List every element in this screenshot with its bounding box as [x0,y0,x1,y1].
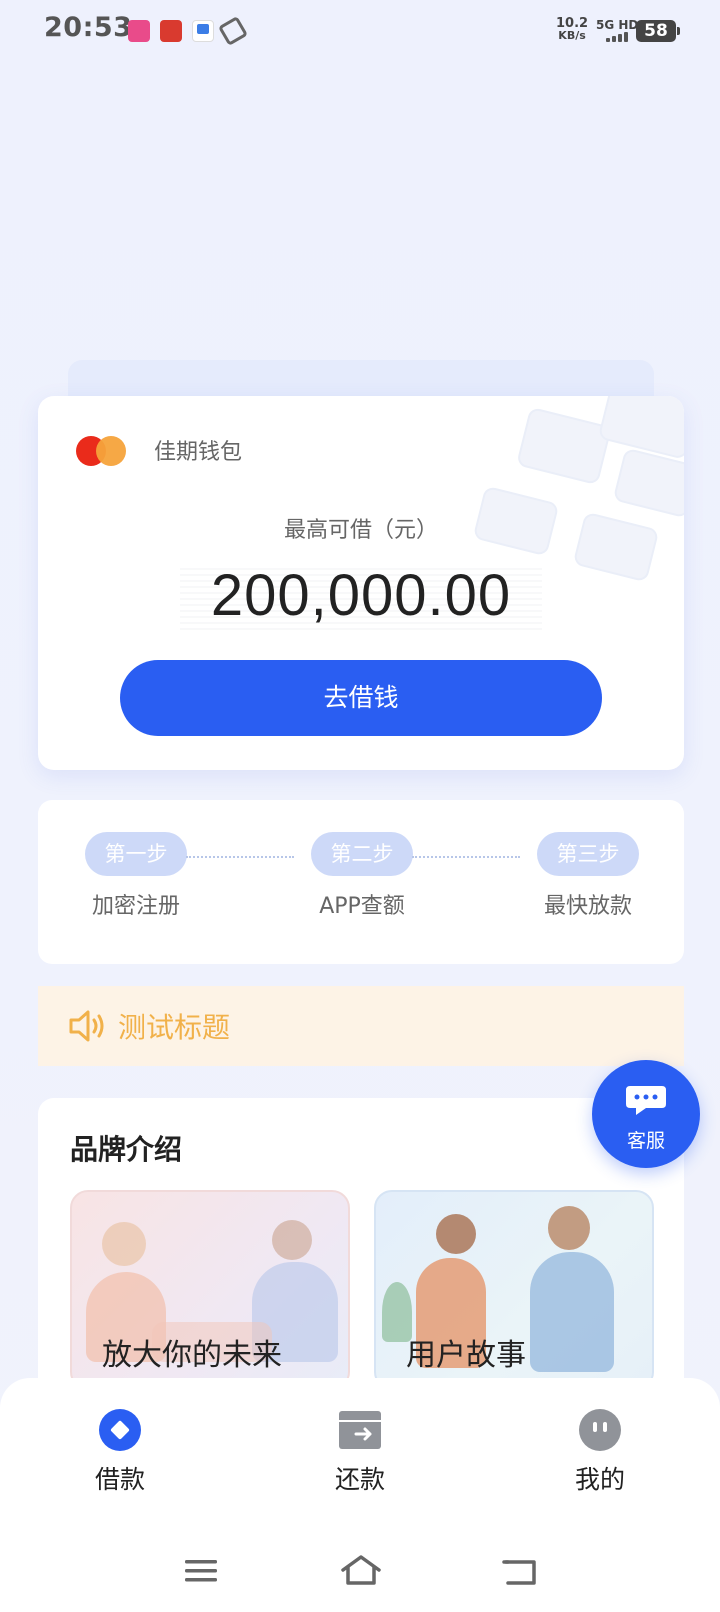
tab-loan[interactable]: 借款 [50,1408,190,1496]
back-icon[interactable] [502,1558,538,1586]
app-notification-icon [128,20,150,42]
status-time: 20:53 [44,12,133,43]
signal-icon [600,32,630,42]
tile-label: 放大你的未来 [102,1338,282,1373]
step-3: 第三步 最快放款 [528,832,648,920]
illustration-person [548,1206,590,1250]
tab-label: 借款 [94,1465,145,1494]
bottom-tab-bar: 借款 还款 我的 [0,1378,720,1612]
chat-icon [626,1086,666,1115]
step-caption: 最快放款 [543,894,632,919]
step-connector [412,856,520,858]
tab-repay[interactable]: 还款 [290,1408,430,1496]
battery-icon: 58 [636,20,680,42]
step-connector [186,856,294,858]
intro-tile-stories[interactable]: 用户故事 [374,1190,654,1390]
limit-label: 最高可借（元） [283,518,438,543]
intro-tile-future[interactable]: 放大你的未来 [70,1190,350,1390]
tile-label: 用户故事 [406,1338,526,1373]
tab-label: 我的 [574,1465,625,1494]
app-notification-icon [160,20,182,42]
app-notification-icon [217,15,249,47]
net-speed: 10.2 KB/s [556,17,588,42]
step-caption: APP查额 [319,894,405,919]
notice-bar[interactable]: 测试标题 [38,986,684,1066]
customer-service-button[interactable]: 客服 [592,1060,700,1168]
brand-logo-icon [76,434,130,466]
status-bar: 20:53 10.2 KB/s 5G HD 58 [0,0,720,64]
section-heading: 品牌介绍 [70,1133,183,1166]
borrow-button[interactable]: 去借钱 [120,660,602,736]
page: 20:53 10.2 KB/s 5G HD 58 佳期钱包 最高可借（元） 20… [0,0,720,1612]
profile-icon [578,1408,622,1452]
tab-label: 还款 [334,1465,385,1494]
step-badge: 第二步 [311,832,413,876]
card-decoration [612,447,684,519]
step-1: 第一步 加密注册 [76,832,196,920]
home-icon[interactable] [340,1554,382,1586]
illustration-person [436,1214,476,1254]
notice-title: 测试标题 [118,1011,231,1044]
repay-icon [338,1408,382,1452]
step-2: 第二步 APP查额 [302,832,422,920]
tab-profile[interactable]: 我的 [530,1408,670,1496]
net-speed-unit: KB/s [558,29,586,42]
credit-amount: 200,000.00 [210,563,512,628]
illustration-person [272,1220,312,1260]
card-decoration [597,396,684,460]
illustration-person [102,1222,146,1266]
loan-card: 佳期钱包 最高可借（元） 200,000.00 去借钱 [38,396,684,770]
card-decoration [515,406,613,486]
loan-icon [98,1408,142,1452]
brand-intro-section: 品牌介绍 放大你的未来 用户故事 [38,1098,684,1418]
steps-panel: 第一步 加密注册 第二步 APP查额 第三步 最快放款 [38,800,684,964]
customer-service-label: 客服 [626,1130,665,1152]
speaker-icon [69,1010,104,1042]
step-badge: 第一步 [85,832,187,876]
menu-icon[interactable] [184,1558,218,1584]
illustration-person [530,1252,614,1372]
step-badge: 第三步 [537,832,639,876]
step-caption: 加密注册 [91,894,180,919]
network-type: 5G HD [596,18,639,32]
app-notification-icon [192,20,214,42]
brand-name: 佳期钱包 [154,440,243,465]
